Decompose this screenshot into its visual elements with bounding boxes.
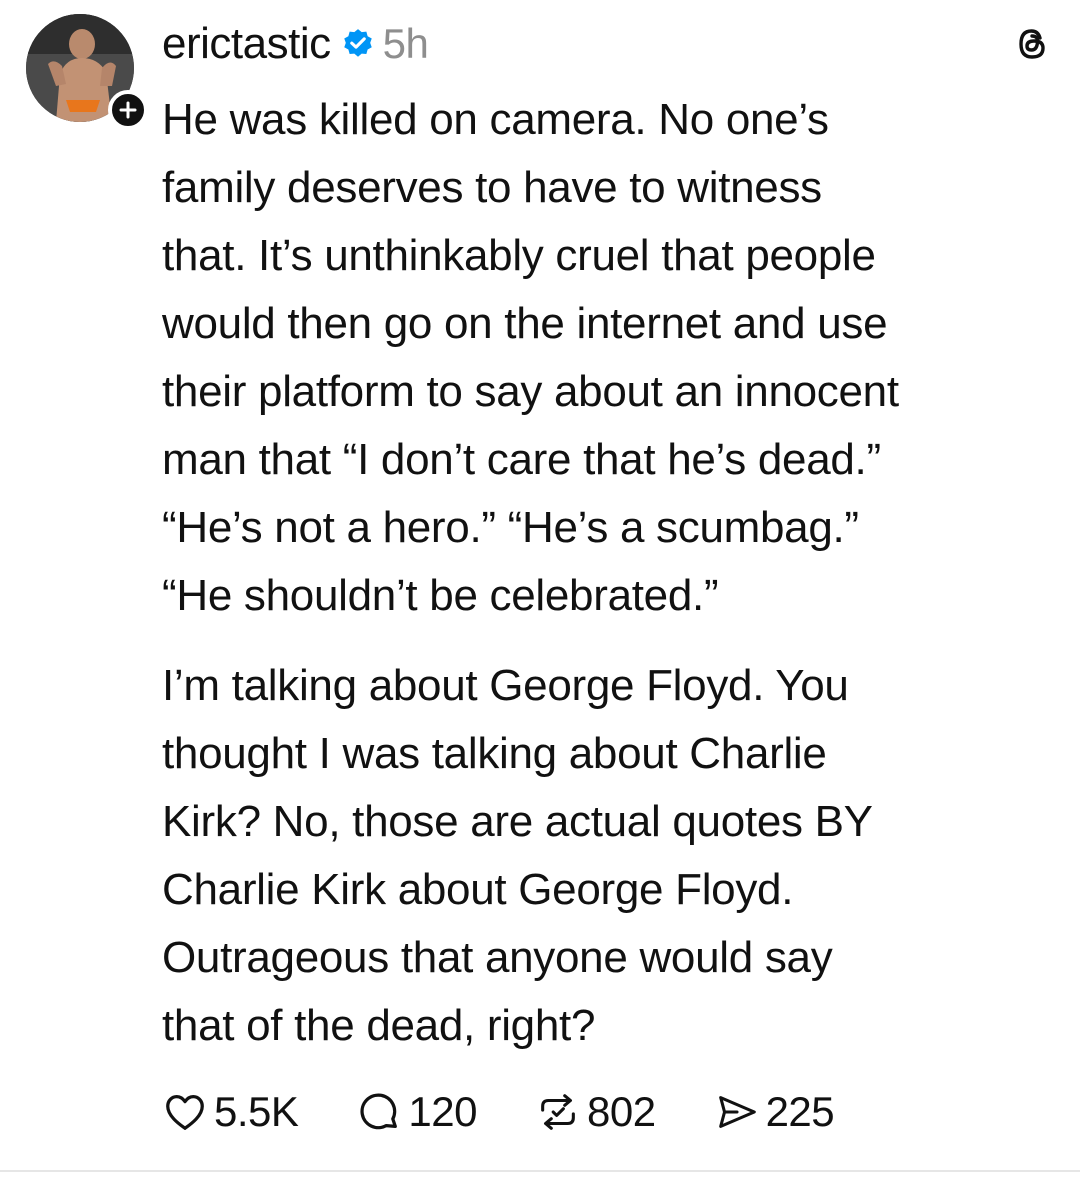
follow-button[interactable] bbox=[108, 90, 148, 130]
post-paragraph: I’m talking about George Floyd. You thou… bbox=[162, 661, 873, 1050]
post-body: He was killed on camera. No one’s family… bbox=[162, 86, 1062, 1060]
threads-logo-icon[interactable] bbox=[1012, 24, 1052, 64]
verified-badge-icon bbox=[343, 29, 372, 57]
comment-icon bbox=[360, 1093, 398, 1130]
post-timestamp: 5h bbox=[382, 20, 429, 67]
avatar-container bbox=[26, 14, 148, 130]
post-header: erictastic 5h bbox=[162, 14, 429, 74]
repost-icon bbox=[541, 1094, 575, 1130]
send-icon bbox=[718, 1096, 756, 1128]
thread-post: erictastic 5h He was killed on camera. N… bbox=[0, 0, 1080, 1178]
like-count: 5.5K bbox=[214, 1088, 299, 1135]
username[interactable]: erictastic bbox=[162, 19, 331, 69]
reply-button[interactable]: 120 bbox=[356, 1088, 477, 1136]
share-button[interactable]: 225 bbox=[714, 1088, 835, 1136]
heart-icon bbox=[166, 1095, 204, 1130]
like-button[interactable]: 5.5K bbox=[162, 1088, 299, 1136]
repost-button[interactable]: 802 bbox=[535, 1088, 656, 1136]
share-count: 225 bbox=[765, 1088, 835, 1135]
post-divider bbox=[0, 1170, 1080, 1172]
post-paragraph: He was killed on camera. No one’s family… bbox=[162, 95, 899, 620]
reply-count: 120 bbox=[408, 1088, 477, 1135]
post-actions: 5.5K 120 802 225 bbox=[162, 1080, 892, 1144]
repost-count: 802 bbox=[586, 1088, 656, 1135]
plus-icon bbox=[119, 101, 137, 119]
